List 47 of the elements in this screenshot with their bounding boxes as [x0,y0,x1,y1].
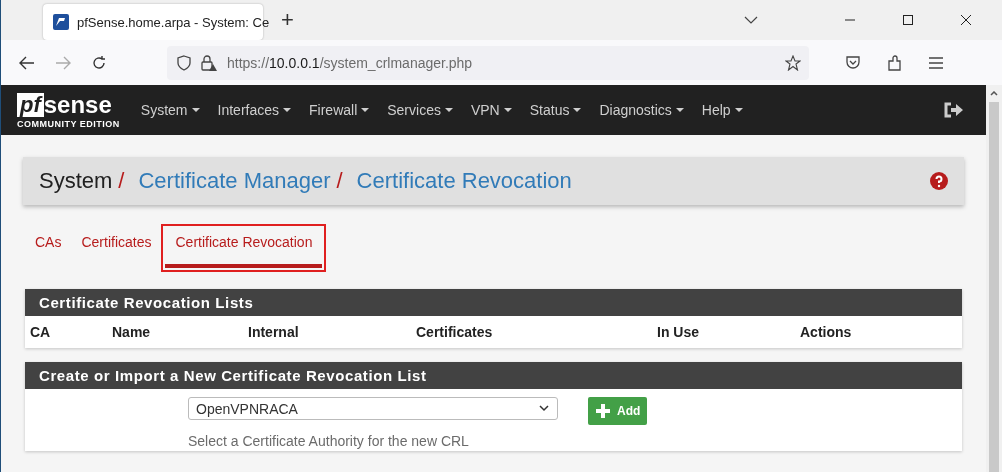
nav-menu[interactable]: System [131,102,209,118]
tab[interactable]: Certificate Revocation [165,228,323,268]
nav-menu[interactable]: Firewall [300,102,379,118]
nav-menu[interactable]: Help [692,102,752,118]
nav-menu[interactable]: VPN [461,102,521,118]
edition-label: COMMUNITY EDITION [17,119,120,129]
maximize-icon[interactable] [902,14,914,26]
column-header: Internal [248,324,300,340]
logo-mark[interactable]: pf [17,93,44,117]
reload-icon[interactable] [91,54,107,71]
help-icon[interactable] [930,172,948,190]
tab-title: pfSense.home.arpa - System: Ce [77,14,270,30]
pfsense-favicon-icon [53,14,69,30]
chevron-down-icon [539,405,549,412]
panel-header: Certificate Revocation Lists [25,289,962,316]
ca-select[interactable]: OpenVPNRACA [188,397,558,420]
tab[interactable]: CAs [29,228,68,268]
nav-menu[interactable]: Status [520,102,591,118]
column-header: In Use [657,324,700,340]
url-text: https://10.0.0.1/system_crlmanager.php [227,54,473,71]
star-icon[interactable] [785,54,801,71]
nav-menu[interactable]: Diagnostics [590,102,693,118]
column-header: CA [30,324,52,340]
tab-list-icon[interactable] [744,15,758,25]
close-window-icon[interactable] [960,14,972,26]
plus-icon [595,403,611,419]
column-header: Certificates [416,324,494,340]
new-tab-button[interactable]: + [277,7,298,33]
breadcrumb-text: System [39,168,113,194]
scrollbar-thumb[interactable] [989,102,999,472]
panel-header: Create or Import a New Certificate Revocation List [25,362,962,389]
breadcrumb-separator: / [336,168,343,194]
scroll-up-icon[interactable] [990,91,998,96]
column-header: Name [112,324,152,340]
breadcrumb-separator: / [118,168,125,194]
nav-menu[interactable]: Interfaces [208,102,300,118]
lock-warning-icon [201,54,217,71]
shield-icon [177,54,191,71]
back-icon[interactable] [19,55,35,70]
menu-icon[interactable] [929,56,943,69]
address-bar[interactable]: https://10.0.0.1/system_crlmanager.php [167,45,809,80]
column-header: Actions [800,324,853,340]
tab[interactable]: Certificates [75,228,158,268]
help-text: Select a Certificate Authority for the new CRL [188,433,470,449]
logout-icon[interactable] [944,102,964,118]
logo-text[interactable]: sense [43,93,112,117]
nav-menu[interactable]: Services [378,102,462,118]
